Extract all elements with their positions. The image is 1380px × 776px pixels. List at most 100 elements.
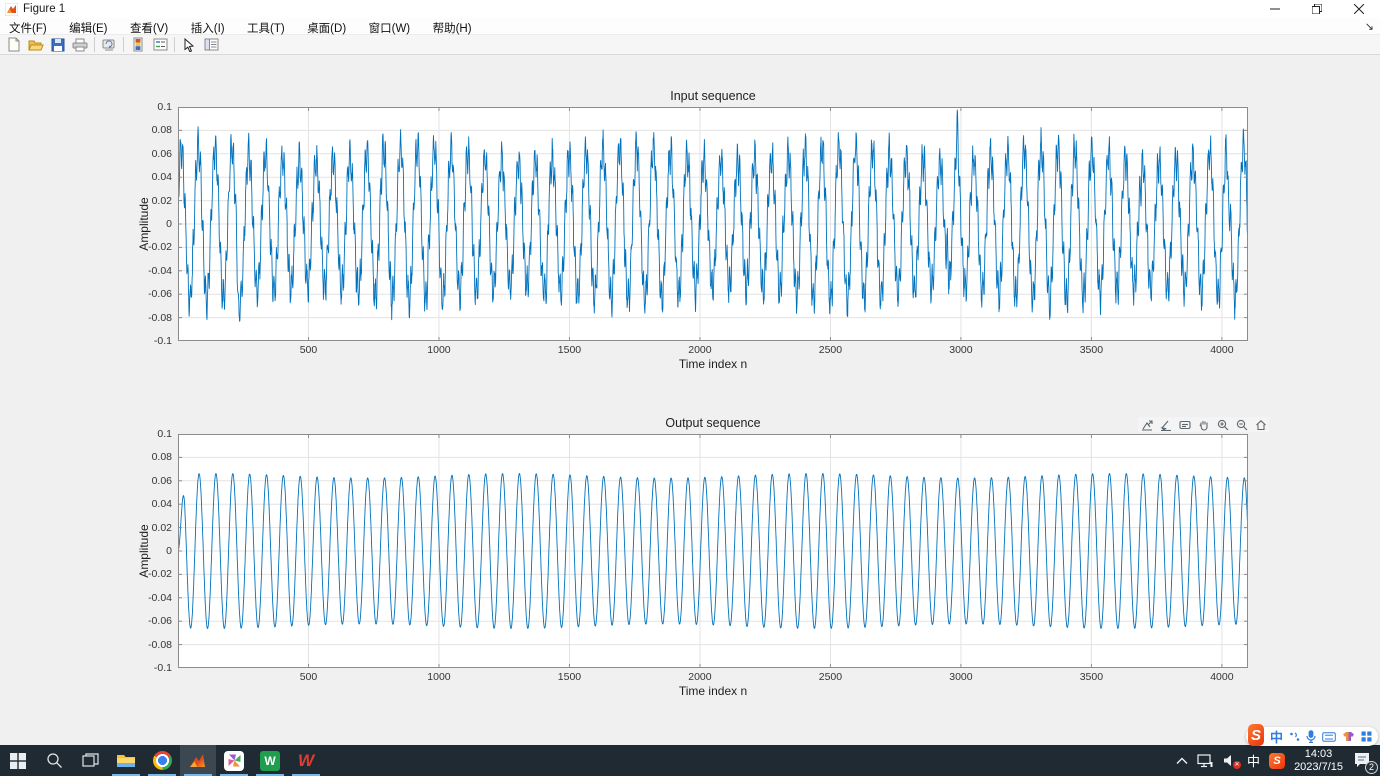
window-title: Figure 1 (23, 3, 65, 15)
insert-legend-icon[interactable] (149, 36, 171, 54)
y-tick-label: 0.08 (130, 451, 172, 463)
y-tick-label: -0.06 (130, 288, 172, 300)
chrome-logo (153, 751, 172, 770)
action-center-icon[interactable]: 2 (1352, 750, 1374, 772)
taskbar: W W (0, 745, 1380, 776)
pinwheel-tile (224, 751, 244, 771)
plot-title: Input sequence (178, 89, 1248, 103)
wps-writer-tile: W (260, 751, 280, 771)
output-sequence-plot: Output sequence Amplitude Time index n (130, 415, 1300, 715)
x-tick-label: 500 (283, 671, 333, 683)
chrome-button[interactable] (144, 745, 180, 776)
wps-writer-button[interactable]: W (252, 745, 288, 776)
restore-button[interactable] (1296, 0, 1338, 18)
y-tick-label: 0 (130, 218, 172, 230)
figure-canvas: Input sequence Amplitude Time index n 50… (0, 56, 1380, 745)
volume-muted-icon[interactable]: ✕ (1223, 754, 1238, 767)
menu-help[interactable]: 帮助(H) (424, 18, 481, 35)
datatips-icon[interactable] (1178, 418, 1191, 431)
property-inspector-icon[interactable] (200, 36, 222, 54)
mic-icon[interactable] (1306, 730, 1316, 743)
restore-view-icon[interactable] (1254, 418, 1267, 431)
ime-toolbar: S 中 (1246, 727, 1378, 746)
y-tick-label: 0.02 (130, 195, 172, 207)
menu-insert[interactable]: 插入(I) (182, 18, 234, 35)
ime-lang-toggle[interactable]: 中 (1270, 727, 1283, 746)
keyboard-icon[interactable] (1322, 732, 1336, 742)
pan-icon[interactable] (1197, 418, 1210, 431)
minimize-button[interactable] (1254, 0, 1296, 18)
print-figure-icon[interactable] (69, 36, 91, 54)
tray-time: 14:03 (1294, 748, 1343, 761)
y-tick-label: 0.04 (130, 498, 172, 510)
skin-icon[interactable] (1342, 731, 1355, 742)
toolbar-separator (94, 37, 95, 52)
y-tick-label: -0.02 (130, 568, 172, 580)
x-tick-label: 3500 (1066, 344, 1116, 356)
ime-indicator[interactable]: 中 (1247, 751, 1260, 770)
y-tick-label: -0.04 (130, 592, 172, 604)
sogou-logo-icon[interactable]: S (1248, 724, 1264, 746)
menu-bar: 文件(F) 编辑(E) 查看(V) 插入(I) 工具(T) 桌面(D) 窗口(W… (0, 18, 1380, 35)
x-tick-label: 1500 (544, 671, 594, 683)
task-view-button[interactable] (72, 745, 108, 776)
link-plot-icon[interactable] (98, 36, 120, 54)
menu-view[interactable]: 查看(V) (121, 18, 177, 35)
matlab-figure-icon (5, 3, 18, 16)
new-figure-icon[interactable] (3, 36, 25, 54)
y-tick-label: 0.1 (130, 428, 172, 440)
mute-badge: ✕ (1233, 761, 1241, 769)
zoom-out-icon[interactable] (1235, 418, 1248, 431)
x-tick-label: 4000 (1197, 344, 1247, 356)
x-tick-label: 1000 (414, 671, 464, 683)
system-tray: ✕ 中 S 14:03 2023/7/15 2 (1176, 745, 1380, 776)
y-tick-label: 0.1 (130, 101, 172, 113)
insert-colorbar-icon[interactable] (127, 36, 149, 54)
open-file-icon[interactable] (25, 36, 47, 54)
figure-toolbar (0, 35, 1380, 55)
y-tick-label: 0.02 (130, 522, 172, 534)
plot-area[interactable] (178, 434, 1248, 668)
y-tick-label: -0.06 (130, 615, 172, 627)
menu-file[interactable]: 文件(F) (0, 18, 56, 35)
start-button[interactable] (0, 745, 36, 776)
y-tick-label: -0.1 (130, 335, 172, 347)
network-display-icon[interactable] (1197, 754, 1214, 768)
tray-date: 2023/7/15 (1294, 761, 1343, 774)
matlab-button[interactable] (180, 745, 216, 776)
toolbar-separator (174, 37, 175, 52)
x-tick-label: 2000 (675, 344, 725, 356)
zoom-in-icon[interactable] (1216, 418, 1229, 431)
menu-tools[interactable]: 工具(T) (238, 18, 294, 35)
x-tick-label: 3000 (936, 671, 986, 683)
y-tick-label: 0.04 (130, 171, 172, 183)
x-tick-label: 3000 (936, 344, 986, 356)
file-explorer-button[interactable] (108, 745, 144, 776)
hidden-icons-chevron[interactable] (1176, 757, 1188, 765)
punctuation-icon[interactable] (1289, 731, 1300, 742)
menu-edit[interactable]: 编辑(E) (60, 18, 116, 35)
y-tick-label: -0.02 (130, 241, 172, 253)
export-icon[interactable] (1140, 418, 1153, 431)
y-tick-label: -0.08 (130, 639, 172, 651)
search-button[interactable] (36, 745, 72, 776)
plot-area[interactable] (178, 107, 1248, 341)
pinwheel-app-button[interactable] (216, 745, 252, 776)
x-tick-label: 3500 (1066, 671, 1116, 683)
title-bar[interactable]: Figure 1 (0, 0, 1380, 18)
menu-desktop[interactable]: 桌面(D) (298, 18, 355, 35)
tray-clock[interactable]: 14:03 2023/7/15 (1294, 748, 1343, 774)
menu-window[interactable]: 窗口(W) (360, 18, 420, 35)
y-tick-label: 0.06 (130, 148, 172, 160)
wps-office-logo: W (298, 751, 314, 771)
y-tick-label: 0.06 (130, 475, 172, 487)
save-figure-icon[interactable] (47, 36, 69, 54)
dock-figure-icon[interactable]: ↘ (1365, 20, 1374, 33)
brush-data-icon[interactable] (1159, 418, 1172, 431)
edit-plot-icon[interactable] (178, 36, 200, 54)
grid-icon[interactable] (1361, 731, 1372, 742)
x-tick-label: 1500 (544, 344, 594, 356)
close-button[interactable] (1338, 0, 1380, 18)
sogou-icon[interactable]: S (1269, 753, 1285, 769)
wps-office-button[interactable]: W (288, 745, 324, 776)
